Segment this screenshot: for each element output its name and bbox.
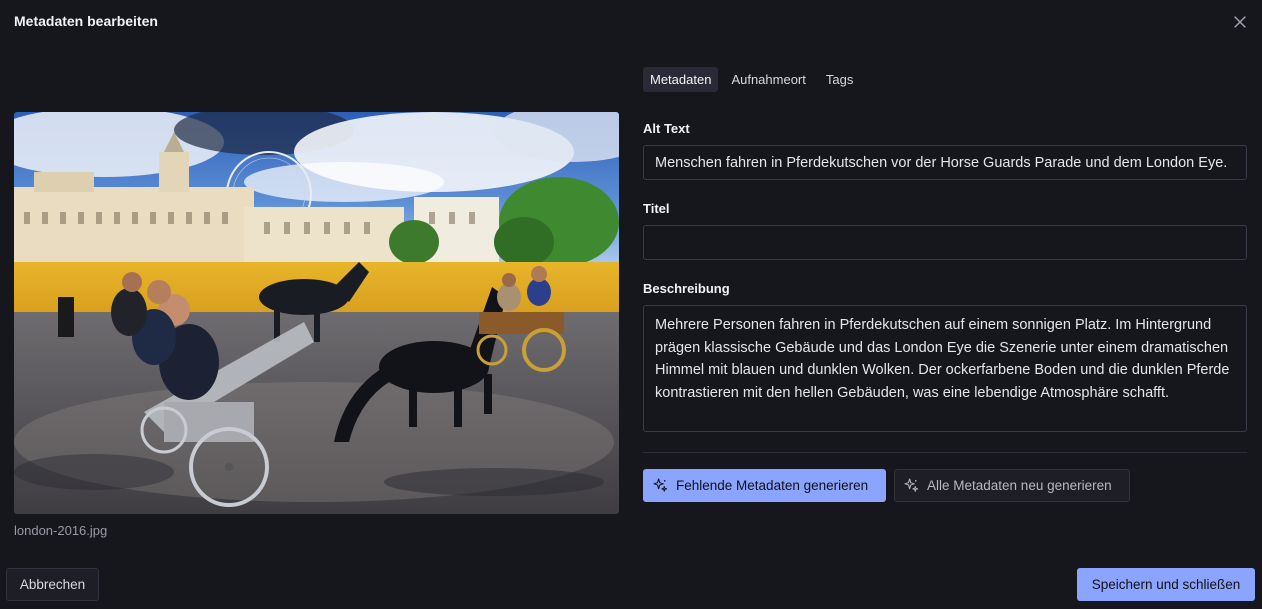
section-divider <box>643 452 1247 453</box>
regenerate-all-button[interactable]: Alle Metadaten neu generieren <box>894 469 1130 502</box>
close-button[interactable] <box>1230 12 1250 32</box>
tab-tags[interactable]: Tags <box>819 67 860 92</box>
dialog-title: Metadaten bearbeiten <box>14 13 158 29</box>
generate-missing-label: Fehlende Metadaten generieren <box>676 478 869 493</box>
alt-text-input[interactable]: Menschen fahren in Pferdekutschen vor de… <box>643 145 1247 180</box>
regenerate-all-label: Alle Metadaten neu generieren <box>927 478 1112 493</box>
tab-metadaten[interactable]: Metadaten <box>643 67 719 92</box>
description-textarea[interactable]: Mehrere Personen fahren in Pferdekutsche… <box>643 305 1247 432</box>
close-icon <box>1234 16 1246 28</box>
save-and-close-button[interactable]: Speichern und schließen <box>1077 568 1255 601</box>
alt-text-label: Alt Text <box>643 121 690 136</box>
sparkle-icon <box>904 478 919 493</box>
alt-text-value: Menschen fahren in Pferdekutschen vor de… <box>655 154 1228 171</box>
description-value: Mehrere Personen fahren in Pferdekutsche… <box>655 317 1230 401</box>
edit-metadata-dialog: Metadaten bearbeiten london-2016.jpg Met… <box>0 0 1262 609</box>
photo-preview <box>14 112 619 514</box>
image-filename: london-2016.jpg <box>14 523 108 538</box>
generate-missing-button[interactable]: Fehlende Metadaten generieren <box>643 469 886 502</box>
metadata-tabs: Metadaten Aufnahmeort Tags <box>643 67 860 92</box>
title-input[interactable] <box>643 225 1247 260</box>
description-label: Beschreibung <box>643 281 730 296</box>
sparkle-icon <box>653 478 668 493</box>
title-label: Titel <box>643 201 670 216</box>
tab-aufnahmeort[interactable]: Aufnahmeort <box>724 67 812 92</box>
cancel-button[interactable]: Abbrechen <box>6 568 99 601</box>
